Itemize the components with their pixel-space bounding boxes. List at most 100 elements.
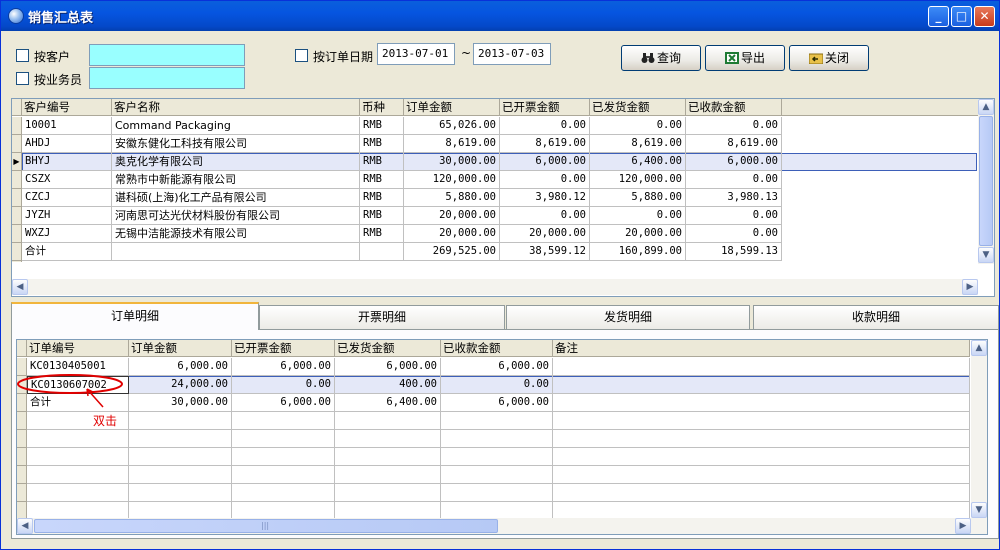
row-indicator[interactable] [12, 207, 22, 225]
table-cell[interactable]: 6,000.00 [686, 153, 782, 171]
column-header[interactable]: 备注 [553, 340, 970, 357]
scroll-thumb[interactable]: ||| [34, 519, 498, 533]
table-cell[interactable]: AHDJ [22, 135, 112, 153]
row-indicator[interactable] [12, 225, 22, 243]
table-cell[interactable]: 河南思可达光伏材料股份有限公司 [112, 207, 360, 225]
table-cell[interactable]: RMB [360, 153, 404, 171]
minimize-button[interactable]: _ [928, 6, 949, 27]
table-cell[interactable]: 0.00 [500, 207, 590, 225]
column-header[interactable]: 已收款金额 [441, 340, 553, 357]
tab-1[interactable]: 开票明细 [259, 305, 505, 329]
table-cell[interactable]: 6,000.00 [441, 394, 553, 412]
date-from-input[interactable]: 2013-07-01 [377, 43, 455, 65]
table-cell[interactable] [112, 243, 360, 261]
table-cell[interactable]: 20,000.00 [404, 207, 500, 225]
table-cell[interactable]: 0.00 [500, 117, 590, 135]
table-cell[interactable]: RMB [360, 189, 404, 207]
by-order-date-checkbox[interactable] [295, 49, 308, 62]
table-cell[interactable]: 0.00 [686, 117, 782, 135]
scroll-down-arrow[interactable]: ▼ [971, 502, 987, 518]
table-cell[interactable]: 3,980.13 [686, 189, 782, 207]
table-cell[interactable]: RMB [360, 207, 404, 225]
by-salesperson-checkbox[interactable] [16, 72, 29, 85]
table-cell[interactable]: BHYJ [22, 153, 112, 171]
table-cell[interactable]: 8,619.00 [500, 135, 590, 153]
table-cell[interactable]: 常熟市中新能源有限公司 [112, 171, 360, 189]
maximize-button[interactable]: □ [951, 6, 972, 27]
table-cell[interactable]: 5,880.00 [590, 189, 686, 207]
table-cell[interactable]: 3,980.12 [500, 189, 590, 207]
table-cell[interactable]: 120,000.00 [404, 171, 500, 189]
column-header[interactable]: 订单金额 [129, 340, 232, 357]
salesperson-input[interactable] [89, 67, 245, 89]
table-cell[interactable]: 6,400.00 [335, 394, 441, 412]
table-cell[interactable]: 120,000.00 [590, 171, 686, 189]
table-cell[interactable]: 0.00 [500, 171, 590, 189]
row-indicator[interactable] [12, 243, 22, 261]
customer-input[interactable] [89, 44, 245, 66]
column-header[interactable]: 订单编号 [27, 340, 129, 357]
scroll-up-arrow[interactable]: ▲ [978, 99, 994, 115]
scroll-thumb[interactable] [979, 116, 993, 246]
table-cell[interactable]: 0.00 [590, 207, 686, 225]
column-header[interactable]: 订单金额 [404, 99, 500, 116]
table-cell[interactable] [553, 376, 970, 394]
table-cell[interactable]: RMB [360, 225, 404, 243]
table-cell[interactable]: 0.00 [590, 117, 686, 135]
column-header[interactable]: 已收款金额 [686, 99, 782, 116]
table-cell[interactable]: 奥克化学有限公司 [112, 153, 360, 171]
date-to-input[interactable]: 2013-07-03 [473, 43, 551, 65]
table-cell[interactable]: 8,619.00 [404, 135, 500, 153]
scroll-left-arrow[interactable]: ◀ [12, 279, 28, 295]
table-cell[interactable]: 安徽东健化工科技有限公司 [112, 135, 360, 153]
table-cell[interactable]: 20,000.00 [590, 225, 686, 243]
row-indicator[interactable] [12, 117, 22, 135]
detail-table[interactable]: 订单编号 订单金额 已开票金额 已发货金额 已收款金额 备注 KC0130405001 6,0… [16, 339, 988, 535]
by-customer-checkbox[interactable] [16, 49, 29, 62]
table-cell[interactable]: 0.00 [686, 171, 782, 189]
table-cell[interactable]: 30,000.00 [404, 153, 500, 171]
table-cell[interactable]: 8,619.00 [590, 135, 686, 153]
table-cell[interactable]: RMB [360, 171, 404, 189]
table-cell[interactable]: 6,000.00 [335, 358, 441, 376]
table-cell[interactable]: 6,000.00 [232, 358, 335, 376]
column-header[interactable]: 已开票金额 [232, 340, 335, 357]
column-header[interactable]: 已发货金额 [335, 340, 441, 357]
table-cell[interactable]: 5,880.00 [404, 189, 500, 207]
query-button[interactable]: 查询 [621, 45, 701, 71]
table-cell[interactable]: CZCJ [22, 189, 112, 207]
table-cell[interactable]: RMB [360, 135, 404, 153]
table-cell[interactable]: 160,899.00 [590, 243, 686, 261]
column-header[interactable]: 客户名称 [112, 99, 360, 116]
table-cell[interactable]: Command Packaging [112, 117, 360, 135]
scroll-right-arrow[interactable]: ▶ [955, 518, 971, 534]
table-cell[interactable]: 6,400.00 [590, 153, 686, 171]
table-cell[interactable]: CSZX [22, 171, 112, 189]
table-cell[interactable]: 6,000.00 [441, 358, 553, 376]
scroll-left-arrow[interactable]: ◀ [17, 518, 33, 534]
scroll-right-arrow[interactable]: ▶ [962, 279, 978, 295]
table-cell[interactable]: 10001 [22, 117, 112, 135]
table-cell[interactable]: JYZH [22, 207, 112, 225]
horizontal-scrollbar[interactable]: ◀ ▶ [12, 279, 978, 295]
column-header[interactable]: 已发货金额 [590, 99, 686, 116]
table-cell[interactable]: 6,000.00 [232, 394, 335, 412]
table-cell[interactable]: 6,000.00 [500, 153, 590, 171]
title-bar[interactable]: 销售汇总表 _ □ ✕ [1, 1, 999, 31]
table-cell[interactable] [360, 243, 404, 261]
column-header[interactable]: 币种 [360, 99, 404, 116]
table-cell[interactable] [553, 358, 970, 376]
table-cell[interactable]: 合计 [22, 243, 112, 261]
vertical-scrollbar[interactable]: ▲ ▼ [971, 340, 987, 518]
table-cell[interactable]: 8,619.00 [686, 135, 782, 153]
row-indicator[interactable] [12, 189, 22, 207]
table-cell[interactable]: 0.00 [441, 376, 553, 394]
table-cell[interactable]: 无锡中洁能源技术有限公司 [112, 225, 360, 243]
table-cell[interactable]: 谌科硕(上海)化工产品有限公司 [112, 189, 360, 207]
table-cell[interactable]: WXZJ [22, 225, 112, 243]
tab-3[interactable]: 收款明细 [753, 305, 999, 329]
row-indicator[interactable]: ▶ [12, 153, 22, 171]
export-button[interactable]: 导出 [705, 45, 785, 71]
table-cell[interactable]: 0.00 [232, 376, 335, 394]
vertical-scrollbar[interactable]: ▲ ▼ [978, 99, 994, 264]
